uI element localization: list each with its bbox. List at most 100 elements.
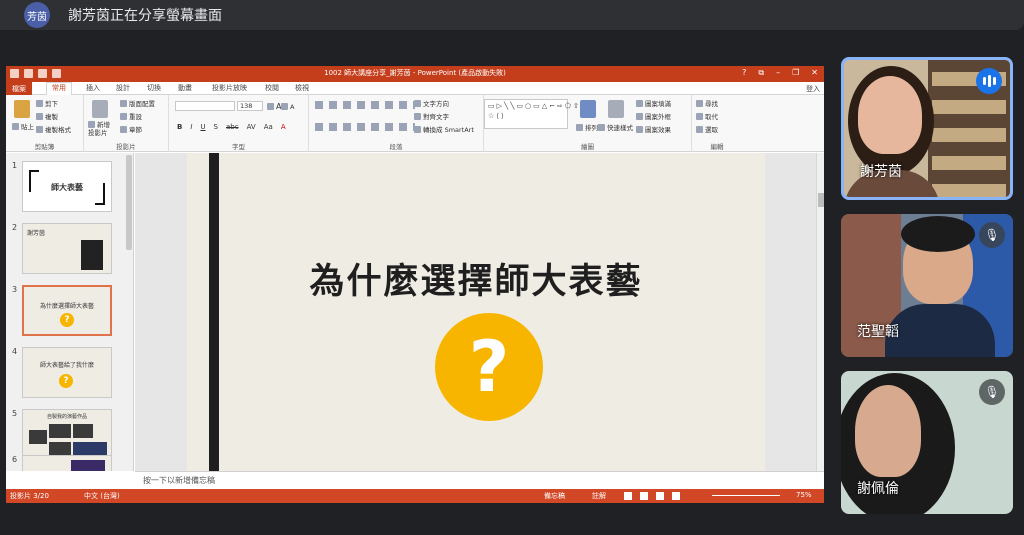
thumbnail-slide-5[interactable]: 自製我的演藝作品 (22, 409, 112, 460)
mic-off-icon: 🎙 (979, 379, 1005, 405)
shapes-gallery[interactable]: ▭▷╲╲▭○▭△⌐⇨⬠⇧{}☆⟨⟩ (484, 99, 592, 129)
quick-styles-button[interactable]: 快速樣式 (598, 122, 633, 132)
participant-name: 謝佩倫 (857, 481, 899, 497)
tab-design[interactable]: 設計 (116, 83, 130, 93)
quick-styles-icon[interactable] (608, 100, 624, 118)
thumb-text: 師大表藝給了我什麼 (39, 362, 94, 369)
slide-decor-bar (209, 153, 219, 471)
workspace-scrollbar[interactable] (816, 153, 824, 471)
bold-button[interactable]: B (177, 123, 182, 131)
thumbnail-slide-3[interactable]: 為什麼選擇師大表藝 ? (22, 285, 112, 336)
new-slide-icon[interactable] (92, 100, 108, 118)
thumb-number: 4 (12, 347, 18, 356)
maximize-icon[interactable]: ❐ (792, 68, 799, 78)
select-button[interactable]: 選取 (696, 124, 718, 134)
comments-toggle[interactable]: 註解 (592, 491, 606, 501)
thumb-number: 1 (12, 161, 18, 170)
login-link[interactable]: 登入 (806, 84, 820, 94)
align-text-button[interactable]: 對齊文字 (414, 111, 449, 121)
new-slide-button[interactable]: 新增 投影片 (88, 121, 110, 137)
thumb-text: 謝芳茵 (27, 230, 46, 237)
mic-off-icon: 🎙 (979, 222, 1005, 248)
slide-counter: 投影片 3/20 (10, 492, 49, 500)
section-button[interactable]: 章節 (120, 124, 142, 134)
participant-tile-2[interactable]: 🎙 范聖韜 (841, 214, 1013, 357)
group-slides: 新增 投影片 版面配置 重設 章節 投影片 (84, 95, 169, 152)
change-case-button[interactable]: Aa (264, 123, 273, 131)
minimize-icon[interactable]: – (776, 68, 780, 78)
group-label-font: 字型 (232, 143, 245, 151)
thumb-number: 5 (12, 409, 18, 418)
thumb-number: 3 (12, 285, 18, 294)
close-icon[interactable]: ✕ (811, 68, 818, 78)
view-buttons[interactable] (624, 492, 684, 500)
question-icon: ? (59, 374, 73, 388)
participant-tile-1[interactable]: 謝芳茵 (841, 57, 1013, 200)
question-icon: ? (60, 313, 74, 327)
spacing-button[interactable]: AV (247, 123, 256, 131)
underline-button[interactable]: U (200, 123, 205, 131)
ribbon-display-icon[interactable]: ⧉ (758, 68, 764, 78)
text-direction-button[interactable]: 文字方向 (414, 98, 449, 108)
tab-animations[interactable]: 動畫 (178, 83, 192, 93)
participant-tile-3[interactable]: 🎙 謝佩倫 (841, 371, 1013, 514)
align-buttons[interactable] (315, 123, 415, 131)
find-button[interactable]: 尋找 (696, 98, 718, 108)
share-banner: 芳茵 謝芳茵正在分享螢幕畫面 (0, 0, 1024, 30)
cut-button[interactable]: 剪下 (36, 98, 58, 108)
smartart-button[interactable]: 轉換成 SmartArt (414, 124, 474, 134)
tab-review[interactable]: 校閱 (265, 83, 279, 93)
font-name-combo[interactable] (175, 101, 235, 111)
tab-file[interactable]: 檔案 (6, 82, 32, 95)
paste-button[interactable]: 貼上 (12, 121, 34, 131)
shape-effects-button[interactable]: 圖案效果 (636, 124, 671, 134)
tab-transitions[interactable]: 切換 (147, 83, 161, 93)
thumbnails-scrollbar[interactable] (126, 155, 132, 250)
thumbnail-slide-2[interactable]: 謝芳茵 (22, 223, 112, 274)
arrange-icon[interactable] (580, 100, 596, 118)
arrange-button[interactable]: 排列 (576, 122, 598, 132)
tab-insert[interactable]: 插入 (86, 83, 100, 93)
strike-button[interactable]: abc (226, 123, 239, 131)
font-color-button[interactable]: A (281, 123, 286, 131)
slide-thumbnails-pane[interactable]: 1 師大表藝 2 謝芳茵 3 為什麼選擇師大表藝 ? 4 師大表藝給了我什麼 ?… (6, 153, 134, 471)
group-paragraph: 文字方向 對齊文字 轉換成 SmartArt 段落 (309, 95, 484, 152)
tab-home[interactable]: 常用 (46, 82, 72, 95)
shadow-button[interactable]: S (214, 123, 218, 131)
notes-toggle[interactable]: 備忘稿 (544, 491, 565, 501)
zoom-level[interactable]: 75% (796, 491, 812, 499)
thumbnail-slide-6[interactable] (22, 455, 112, 471)
font-style-row: B I U S abc AV Aa A (177, 123, 286, 131)
share-status-text: 謝芳茵正在分享螢幕畫面 (68, 8, 222, 24)
tab-slideshow[interactable]: 投影片放映 (212, 83, 247, 93)
replace-button[interactable]: 取代 (696, 111, 718, 121)
participant-name: 范聖韜 (857, 324, 899, 340)
italic-button[interactable]: I (190, 123, 192, 131)
shape-fill-button[interactable]: 圖案填滿 (636, 98, 671, 108)
thumbnail-slide-1[interactable]: 師大表藝 (22, 161, 112, 212)
zoom-slider[interactable] (712, 495, 780, 496)
help-icon[interactable]: ? (742, 68, 746, 78)
paste-icon[interactable] (14, 100, 30, 118)
speaking-indicator-icon (976, 68, 1002, 94)
shrink-font-button[interactable]: A (281, 103, 294, 111)
grow-font-button[interactable]: A (267, 102, 281, 111)
tab-view[interactable]: 檢視 (295, 83, 309, 93)
reset-button[interactable]: 重設 (120, 111, 142, 121)
copy-button[interactable]: 複製 (36, 111, 58, 121)
group-label-paragraph: 段落 (389, 143, 403, 151)
slide-workspace[interactable]: 為什麼選擇師大表藝 ? (135, 153, 824, 471)
format-painter-button[interactable]: 複製格式 (36, 124, 71, 134)
group-font: 138 A A B I U S abc AV Aa A 字型 (169, 95, 309, 152)
shape-outline-button[interactable]: 圖案外框 (636, 111, 671, 121)
group-label-drawing: 繪圖 (581, 143, 594, 151)
language-status[interactable]: 中文 (台灣) (84, 491, 120, 501)
font-size-combo[interactable]: 138 (237, 101, 263, 111)
current-slide[interactable]: 為什麼選擇師大表藝 ? (187, 153, 765, 471)
ribbon: 貼上 剪下 複製 複製格式 剪貼簿 新增 投影片 版面配置 重設 章節 投影片 … (6, 95, 824, 152)
thumbnail-slide-4[interactable]: 師大表藝給了我什麼 ? (22, 347, 112, 398)
layout-button[interactable]: 版面配置 (120, 98, 155, 108)
list-buttons[interactable] (315, 101, 415, 109)
participant-face (855, 385, 921, 477)
notes-pane[interactable]: 按一下以新增備忘稿 (135, 471, 824, 489)
